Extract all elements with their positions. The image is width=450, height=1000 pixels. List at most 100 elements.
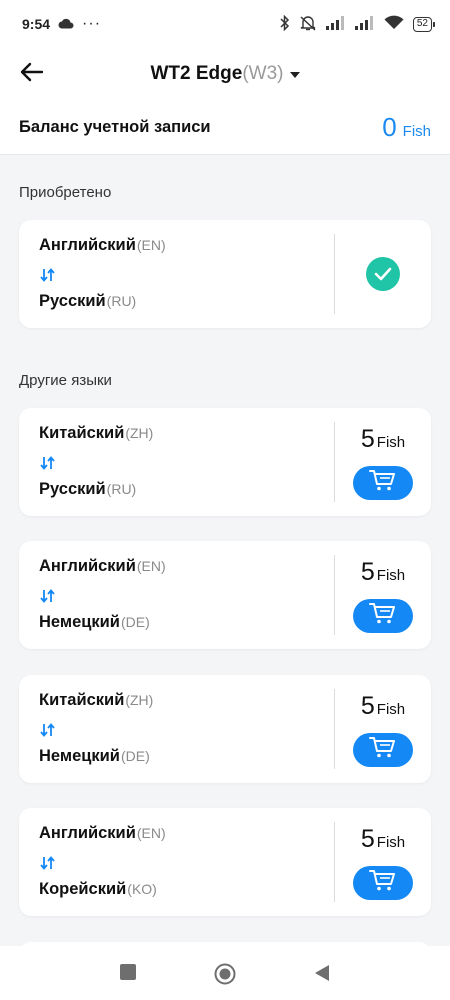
target-language-code: (RU) [106,481,137,497]
swap-arrows-icon [39,453,153,473]
caret-down-icon [289,72,300,78]
target-language-name: Русский [39,480,106,498]
balance-unit: Fish [402,122,431,140]
source-language-code: (EN) [136,825,166,841]
price-amount: 5 [360,824,375,853]
buy-button[interactable] [353,732,413,767]
battery-icon: 52 [412,16,436,32]
status-time: 9:54 [22,16,51,32]
source-language-name: Английский [39,236,136,254]
price: 5 Fish [361,425,405,454]
language-pair: Китайский (ZH) Русский (RU) [39,424,153,502]
language-pair: Английский (EN) Немецкий (DE) [39,557,166,635]
app-header: WT2 Edge (W3) [0,48,450,100]
source-language: Английский (EN) [39,236,166,258]
target-language-code: (KO) [127,881,157,897]
cart-icon [368,468,398,497]
price-unit: Fish [376,433,406,451]
arrow-left-icon [20,62,44,87]
price-amount: 5 [360,557,375,586]
price: 5 Fish [361,825,405,854]
mute-icon [299,15,317,34]
signal-icon-2 [354,15,375,33]
source-language: Китайский (ZH) [39,691,153,713]
price: 5 Fish [361,558,405,587]
source-language-name: Китайский [39,691,125,709]
device-selector[interactable]: WT2 Edge (W3) [151,63,300,85]
cart-icon [368,868,398,897]
target-language-code: (DE) [120,614,150,630]
source-language-name: Английский [39,824,136,842]
target-language-name: Немецкий [39,747,120,765]
target-language: Немецкий (DE) [39,747,153,769]
buy-button[interactable] [353,598,413,633]
price-amount: 5 [360,424,375,453]
status-right: 52 [280,14,436,34]
balance-label: Баланс учетной записи [19,117,211,136]
language-pair: Английский (EN) Русский (RU) [39,236,166,314]
buy-button[interactable] [353,865,413,900]
cart-icon [368,601,398,630]
price: 5 Fish [361,692,405,721]
price-area: 5 Fish [335,808,431,916]
price-area: 5 Fish [335,675,431,783]
recent-apps-button[interactable] [119,963,139,983]
home-button[interactable] [214,963,236,985]
more-notifications-icon: ··· [82,15,102,32]
target-language-name: Русский [39,292,106,310]
status-bar: 9:54 ··· 52 [0,0,450,48]
source-language-code: (EN) [136,558,166,574]
source-language-name: Английский [39,557,136,575]
source-language-code: (ZH) [125,692,154,708]
source-language: Китайский (ZH) [39,424,153,446]
status-left: 9:54 ··· [22,15,101,33]
account-balance: Баланс учетной записи 0 Fish [0,100,450,155]
language-pair: Английский (EN) Корейский (KO) [39,824,166,902]
language-card[interactable]: Китайский (ZH) Русский (RU) 5 Fish [19,408,431,516]
source-language-code: (EN) [136,237,166,253]
cloud-icon [58,16,74,32]
device-name: WT2 Edge [150,63,243,84]
purchased-status [335,220,431,328]
target-language-code: (RU) [106,293,137,309]
target-language-name: Корейский [39,880,127,898]
language-card[interactable]: Английский (EN) Корейский (KO) 5 Fish [19,808,431,916]
source-language-code: (ZH) [125,425,154,441]
source-language: Английский (EN) [39,824,166,846]
target-language: Корейский (KO) [39,880,166,902]
price-unit: Fish [376,700,406,718]
target-language-name: Немецкий [39,613,120,631]
signal-icon-1 [325,15,346,33]
device-model: (W3) [242,63,284,84]
price-amount: 5 [360,691,375,720]
target-language: Русский (RU) [39,480,153,502]
source-language-name: Китайский [39,424,125,442]
wifi-icon [384,15,404,33]
back-nav-button[interactable] [313,963,333,983]
cart-icon [368,735,398,764]
source-language: Английский (EN) [39,557,166,579]
language-card[interactable]: Китайский (ZH) Немецкий (DE) 5 Fish [19,675,431,783]
balance-value: 0 Fish [382,112,431,143]
swap-arrows-icon [39,720,153,740]
back-button[interactable] [14,58,50,90]
swap-arrows-icon [39,586,166,606]
price-unit: Fish [376,566,406,584]
language-card[interactable]: Английский (EN) Немецкий (DE) 5 Fish [19,541,431,649]
system-navigation-bar [0,946,450,1000]
bluetooth-icon [280,14,290,34]
price-area: 5 Fish [335,541,431,649]
language-pair: Китайский (ZH) Немецкий (DE) [39,691,153,769]
swap-arrows-icon [39,265,166,285]
check-icon [366,257,400,291]
price-area: 5 Fish [335,408,431,516]
target-language-code: (DE) [120,748,150,764]
other-languages-section-title: Другие языки [19,372,112,389]
target-language: Немецкий (DE) [39,613,166,635]
swap-arrows-icon [39,853,166,873]
purchased-section-title: Приобретено [19,184,112,201]
price-unit: Fish [376,833,406,851]
purchased-language-card[interactable]: Английский (EN) Русский (RU) [19,220,431,328]
target-language: Русский (RU) [39,292,166,314]
buy-button[interactable] [353,465,413,500]
